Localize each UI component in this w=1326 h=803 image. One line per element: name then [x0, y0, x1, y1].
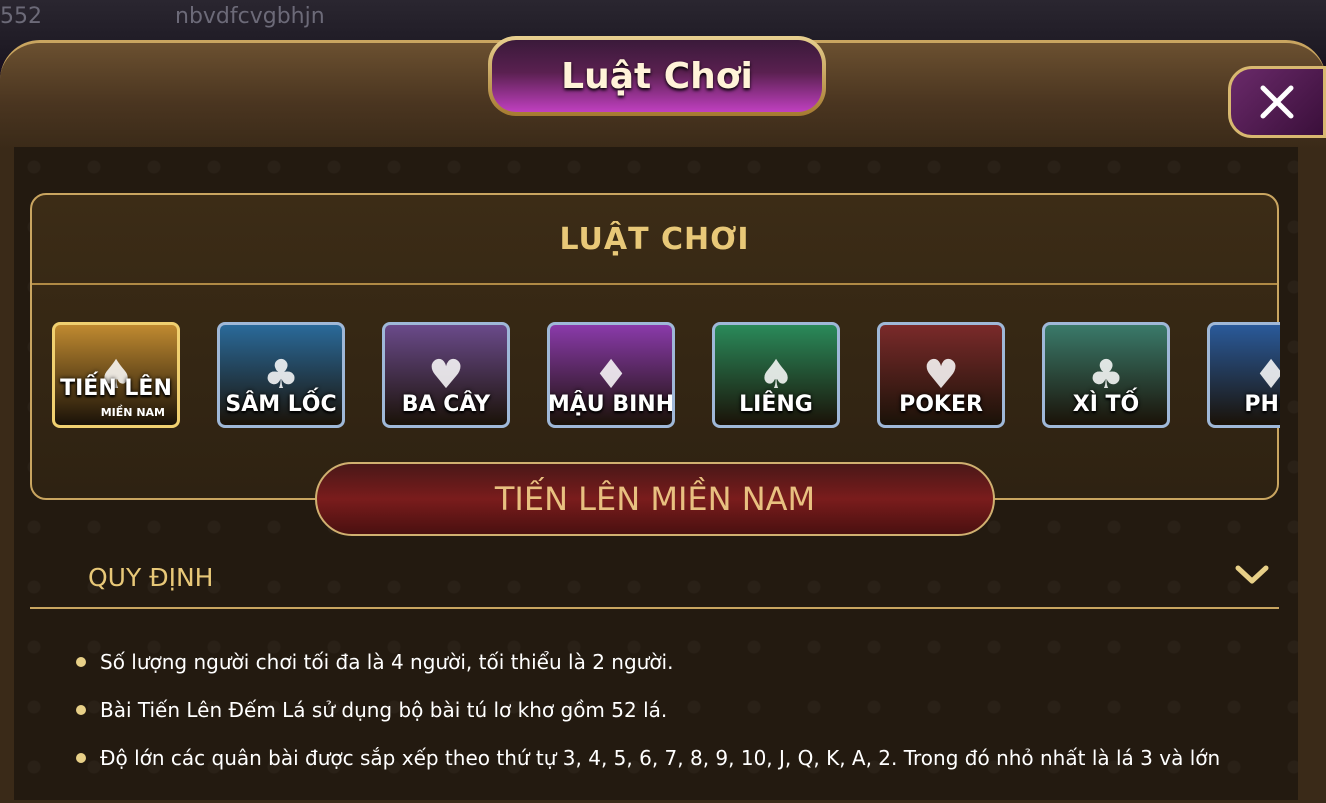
game-sublabel: MIỀN NAM — [100, 406, 165, 419]
game-tab-5[interactable]: ♥ POKER — [877, 322, 1005, 428]
rule-item: Bài Tiến Lên Đếm Lá sử dụng bộ bài tú lơ… — [76, 698, 1276, 746]
game-label: LIÊNG — [739, 392, 813, 417]
chevron-down-icon[interactable] — [1234, 563, 1270, 587]
rule-text: Bài Tiến Lên Đếm Lá sử dụng bộ bài tú lơ… — [100, 698, 668, 722]
rule-text: Số lượng người chơi tối đa là 4 người, t… — [100, 650, 674, 674]
rules-panel: LUẬT CHƠI ♠ TIẾN LÊN MIỀN NAM ♣ SÂM LỐC ♥ BA C… — [30, 193, 1280, 500]
rules-list: Số lượng người chơi tối đa là 4 người, t… — [76, 650, 1276, 794]
game-label: MẬU BINH — [547, 392, 675, 417]
game-tab-6[interactable]: ♣ XÌ TỐ — [1042, 322, 1170, 428]
game-label: TIẾN LÊN — [60, 376, 172, 401]
game-tab-0[interactable]: ♠ TIẾN LÊN MIỀN NAM — [52, 322, 180, 428]
game-tabs: ♠ TIẾN LÊN MIỀN NAM ♣ SÂM LỐC ♥ BA CÂY ♦ MẬU BIN… — [50, 320, 1280, 432]
game-tab-7[interactable]: ♦PHỎ — [1207, 322, 1280, 428]
game-label: POKER — [899, 392, 983, 417]
selected-game-banner: TIẾN LÊN MIỀN NAM — [315, 462, 995, 536]
game-label: PHỎ — [1244, 392, 1280, 417]
game-label: BA CÂY — [401, 392, 491, 417]
section-header-quy-dinh[interactable]: QUY ĐỊNH — [30, 545, 1279, 609]
background-username: nbvdfcvgbhjn — [175, 4, 325, 29]
close-icon — [1260, 85, 1294, 119]
dialog-title: Luật Chơi — [561, 55, 753, 97]
background-number: 552 — [0, 4, 42, 29]
game-tab-3[interactable]: ♦ MẬU BINH — [547, 322, 675, 428]
bullet-icon — [76, 705, 86, 715]
game-label: SÂM LỐC — [225, 392, 337, 417]
game-tab-4[interactable]: ♠ LIÊNG — [712, 322, 840, 428]
panel-title: LUẬT CHƠI — [559, 221, 750, 257]
panel-title-bar: LUẬT CHƠI — [32, 195, 1277, 285]
rule-item: Số lượng người chơi tối đa là 4 người, t… — [76, 650, 1276, 698]
game-tab-1[interactable]: ♣ SÂM LỐC — [217, 322, 345, 428]
selected-game-name: TIẾN LÊN MIỀN NAM — [494, 480, 816, 518]
game-label: XÌ TỐ — [1072, 392, 1140, 417]
dialog-title-tab: Luật Chơi — [488, 36, 826, 116]
game-tab-2[interactable]: ♥ BA CÂY — [382, 322, 510, 428]
bullet-icon — [76, 753, 86, 763]
bullet-icon — [76, 657, 86, 667]
section-title: QUY ĐỊNH — [88, 563, 214, 592]
close-button[interactable] — [1228, 66, 1326, 138]
rule-text: Độ lớn các quân bài được sắp xếp theo th… — [100, 746, 1221, 770]
rule-item: Độ lớn các quân bài được sắp xếp theo th… — [76, 746, 1276, 794]
